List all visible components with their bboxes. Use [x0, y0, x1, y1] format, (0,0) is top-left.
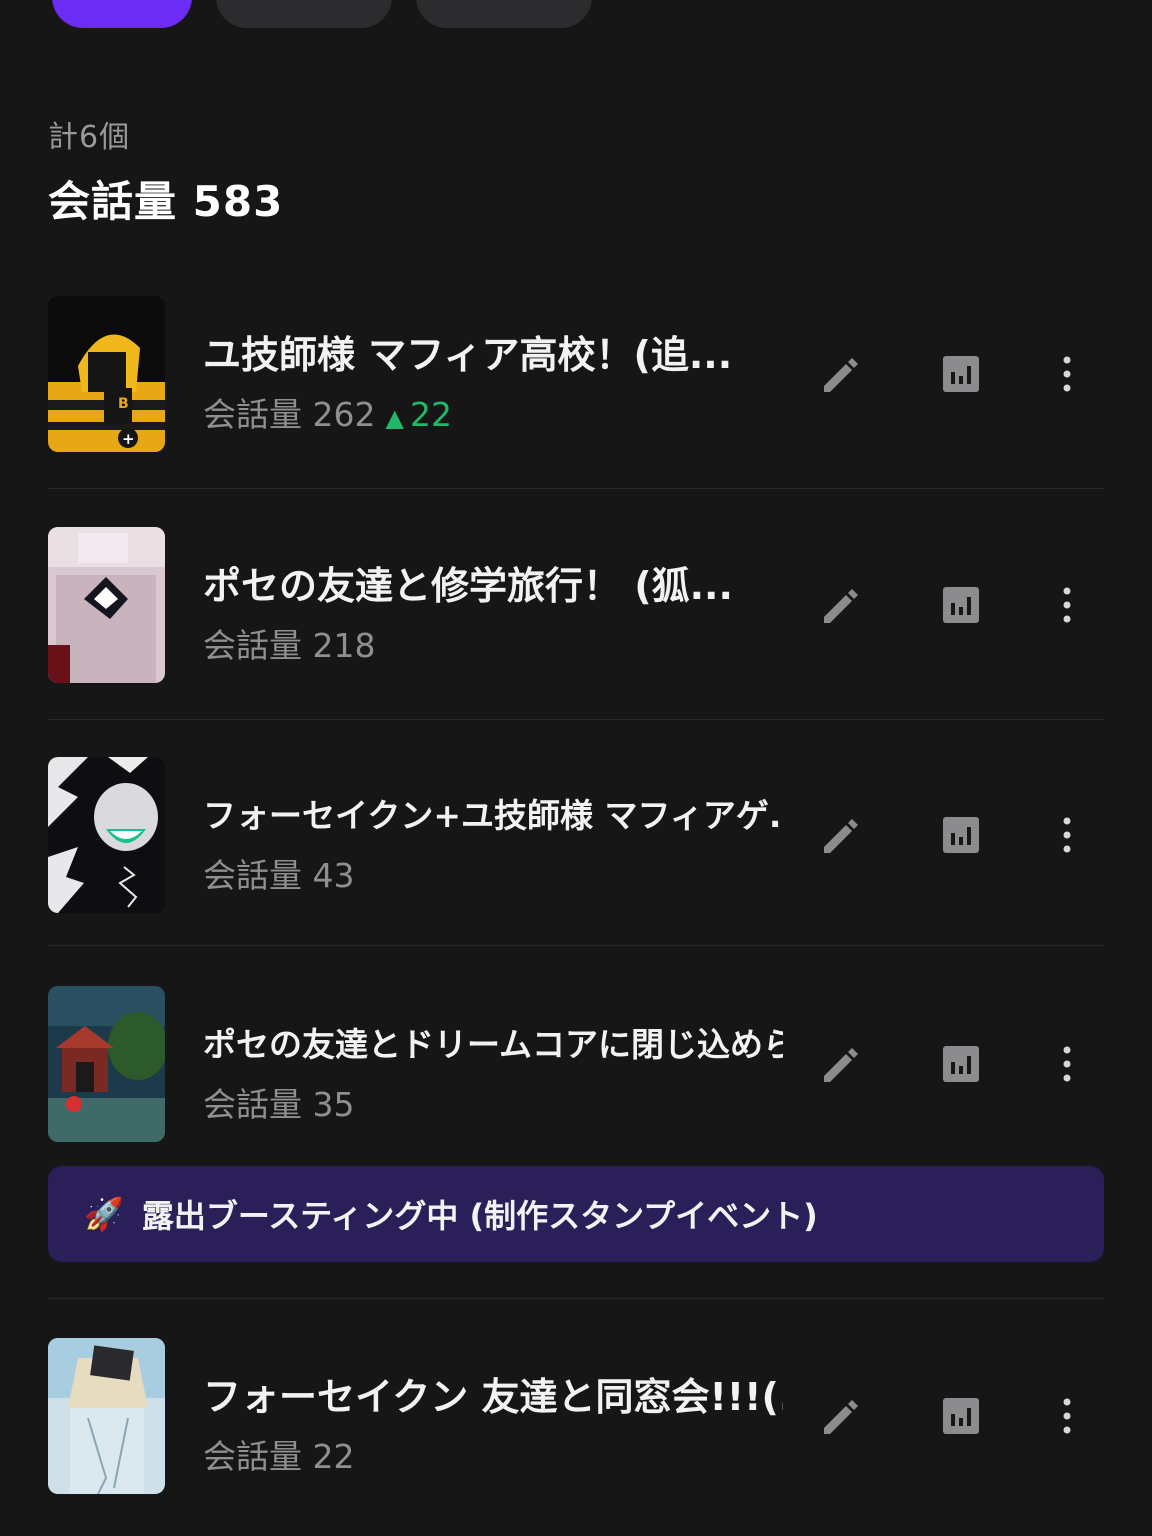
- character-thumbnail[interactable]: [48, 527, 165, 683]
- item-title: フォーセイクン+ユ技師様 マフィアゲ...: [203, 796, 783, 835]
- item-title: ポセの友達とドリームコアに閉じ込めら...: [203, 1025, 783, 1064]
- item-metric: 会話量 262 ▲ 22: [203, 388, 452, 436]
- bar-chart-icon[interactable]: [937, 350, 985, 398]
- total-conversation-volume: 会話量 583: [48, 177, 284, 226]
- metric-value: 43: [312, 856, 355, 895]
- bar-chart-icon[interactable]: [937, 811, 985, 859]
- list-item[interactable]: ポセの友達とドリームコアに閉じ込めら... 会話量 35: [48, 986, 1104, 1142]
- item-metric: 会話量 218: [203, 619, 376, 667]
- item-metric: 会話量 22: [203, 1430, 355, 1478]
- page: 計6個 会話量 583 B + ユ技師様 マフィア高校！(追... 会話量 26…: [0, 0, 1152, 1536]
- item-metric: 会話量 43: [203, 849, 355, 897]
- metric-value: 218: [312, 626, 376, 665]
- character-list: B + ユ技師様 マフィア高校！(追... 会話量 262 ▲ 22 ポセの友達…: [48, 296, 1104, 1494]
- more-vertical-icon[interactable]: [1043, 1392, 1091, 1440]
- metric-value: 22: [312, 1437, 355, 1476]
- svg-text:+: +: [122, 430, 135, 448]
- list-item[interactable]: ポセの友達と修学旅行！ (狐... 会話量 218: [48, 527, 1104, 683]
- filter-chips: [52, 0, 592, 28]
- pencil-icon[interactable]: [816, 1040, 864, 1088]
- pencil-icon[interactable]: [816, 1392, 864, 1440]
- character-thumbnail[interactable]: [48, 757, 165, 913]
- pencil-icon[interactable]: [816, 581, 864, 629]
- item-title: ポセの友達と修学旅行！ (狐...: [203, 564, 733, 608]
- list-item[interactable]: B + ユ技師様 マフィア高校！(追... 会話量 262 ▲ 22: [48, 296, 1104, 452]
- boost-banner[interactable]: 🚀 露出ブースティング中 (制作スタンプイベント): [48, 1166, 1104, 1262]
- metric-label: 会話量: [203, 856, 302, 895]
- svg-text:B: B: [118, 396, 129, 412]
- filter-chip[interactable]: [216, 0, 392, 28]
- bar-chart-icon[interactable]: [937, 581, 985, 629]
- metric-value: 35: [312, 1085, 355, 1124]
- more-vertical-icon[interactable]: [1043, 1040, 1091, 1088]
- metric-label: 会話量: [203, 395, 302, 434]
- metric-delta: 22: [409, 395, 452, 434]
- bar-chart-icon[interactable]: [937, 1392, 985, 1440]
- bar-chart-icon[interactable]: [937, 1040, 985, 1088]
- boost-banner-text: 露出ブースティング中 (制作スタンプイベント): [141, 1197, 818, 1235]
- filter-chip[interactable]: [416, 0, 592, 28]
- metric-value: 262: [312, 395, 376, 434]
- rocket-icon: 🚀: [84, 1195, 124, 1233]
- trend-up-icon: ▲: [385, 404, 404, 432]
- character-thumbnail[interactable]: B +: [48, 296, 165, 452]
- character-thumbnail[interactable]: [48, 986, 165, 1142]
- total-count: 計6個: [48, 120, 131, 155]
- more-vertical-icon[interactable]: [1043, 811, 1091, 859]
- character-thumbnail[interactable]: [48, 1338, 165, 1494]
- more-vertical-icon[interactable]: [1043, 350, 1091, 398]
- metric-label: 会話量: [203, 1437, 302, 1476]
- item-title: フォーセイクン 友達と同窓会!!!(...: [203, 1375, 783, 1419]
- pencil-icon[interactable]: [816, 350, 864, 398]
- pencil-icon[interactable]: [816, 811, 864, 859]
- item-title: ユ技師様 マフィア高校！(追...: [203, 333, 733, 377]
- metric-label: 会話量: [203, 1085, 302, 1124]
- list-item[interactable]: フォーセイクン+ユ技師様 マフィアゲ... 会話量 43: [48, 757, 1104, 913]
- more-vertical-icon[interactable]: [1043, 581, 1091, 629]
- list-item[interactable]: フォーセイクン 友達と同窓会!!!(... 会話量 22: [48, 1338, 1104, 1494]
- item-metric: 会話量 35: [203, 1078, 355, 1126]
- filter-chip-active[interactable]: [52, 0, 192, 28]
- metric-label: 会話量: [203, 626, 302, 665]
